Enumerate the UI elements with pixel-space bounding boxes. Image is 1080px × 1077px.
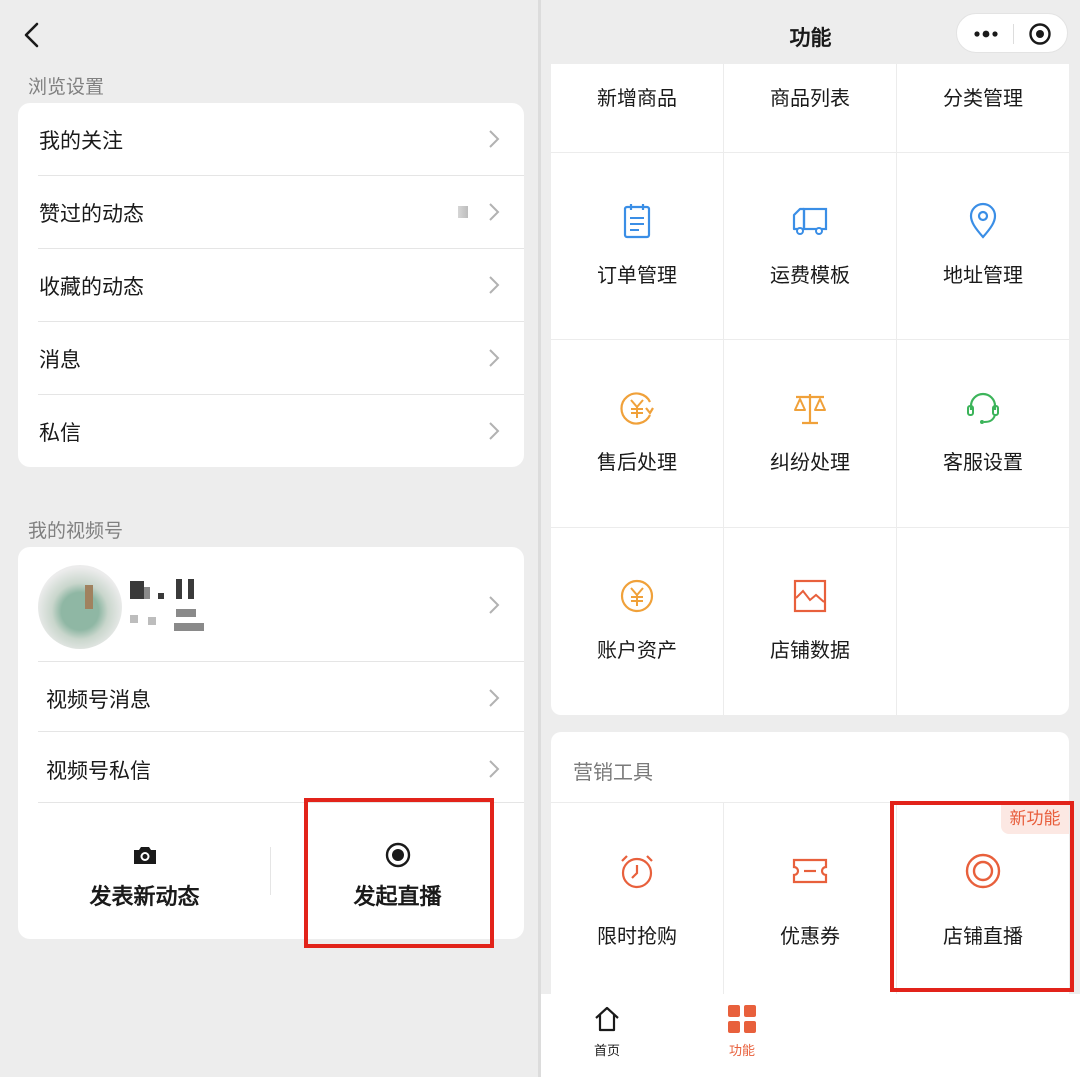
truck-icon [792, 207, 828, 235]
tab-home-label: 首页 [593, 1044, 620, 1059]
grid-item-label: 新增商品 [597, 86, 677, 110]
grid-item-add-product[interactable]: 新增商品 [551, 64, 723, 152]
marketing-item-label: 限时抢购 [597, 924, 677, 948]
close-mini-program-icon[interactable] [1028, 22, 1052, 46]
row-label: 收藏的动态 [39, 275, 144, 299]
channel-section-label: 我的视频号 [28, 520, 124, 542]
browse-settings-card: 我的关注 赞过的动态 收藏的动态 消息 私信 [18, 103, 524, 467]
chevron-right-icon [489, 689, 500, 707]
yuan-refund-icon [620, 392, 654, 425]
grid-item-shipping-template[interactable]: 运费模板 [724, 153, 896, 339]
location-pin-icon [969, 202, 997, 239]
grid-item-address[interactable]: 地址管理 [897, 153, 1069, 339]
grid-item-orders[interactable]: 订单管理 [551, 153, 723, 339]
grid-item-dispute[interactable]: 纠纷处理 [724, 340, 896, 527]
post-new-label: 发表新动态 [89, 885, 200, 910]
grid-item-product-list[interactable]: 商品列表 [724, 64, 896, 152]
chevron-right-icon [489, 276, 500, 294]
grid-item-account-assets[interactable]: 账户资产 [551, 528, 723, 715]
marketing-item-flash-sale[interactable]: 限时抢购 [551, 803, 723, 994]
grid-item-label: 店铺数据 [770, 638, 850, 662]
private-messages-row[interactable]: 私信 [18, 395, 524, 467]
highlight-box [890, 801, 1074, 992]
clipboard-icon [623, 204, 651, 239]
function-grid: 新增商品 商品列表 分类管理 订单管理 运费模板 地址管理 售后处理 纠纷处理 … [551, 64, 1069, 715]
blurred-badge [458, 206, 468, 218]
chevron-right-icon [489, 422, 500, 440]
row-label: 赞过的动态 [39, 202, 144, 226]
chevron-right-icon [489, 596, 500, 614]
browse-section-label: 浏览设置 [28, 76, 105, 98]
grid-item-label: 地址管理 [943, 263, 1023, 287]
row-label: 视频号私信 [46, 759, 151, 783]
camera-icon [133, 847, 156, 864]
grid-item-customer-service[interactable]: 客服设置 [897, 340, 1069, 527]
marketing-title: 营销工具 [573, 760, 653, 784]
left-panel: 浏览设置 我的关注 赞过的动态 收藏的动态 消息 私信 我的视频号 视频号消息 … [0, 0, 538, 1077]
grid-icon [728, 1005, 756, 1033]
chevron-right-icon [489, 203, 500, 221]
yuan-coin-icon [620, 579, 654, 613]
channel-profile-row[interactable] [18, 547, 524, 661]
grid-item-category[interactable]: 分类管理 [897, 64, 1069, 152]
bottom-tabbar: 首页 功能 [541, 994, 1080, 1077]
grid-item-label: 客服设置 [943, 450, 1023, 474]
liked-posts-row[interactable]: 赞过的动态 [18, 176, 524, 248]
highlight-box [304, 798, 494, 948]
headset-icon [967, 392, 999, 424]
row-label: 视频号消息 [46, 688, 151, 712]
chevron-right-icon [489, 760, 500, 778]
right-panel: 功能 新增商品 商品列表 分类管理 订单管理 运费模板 地址管理 售后处理 纠纷… [541, 0, 1080, 1077]
chevron-right-icon [489, 349, 500, 367]
tab-functions[interactable]: 功能 [672, 994, 812, 1077]
my-follows-row[interactable]: 我的关注 [18, 103, 524, 175]
channel-private-messages-row[interactable]: 视频号私信 [18, 733, 524, 805]
back-arrow-icon[interactable] [18, 20, 48, 50]
grid-item-label: 订单管理 [597, 263, 677, 287]
more-icon[interactable] [973, 26, 999, 42]
coupon-icon [792, 858, 828, 884]
marketing-item-coupon[interactable]: 优惠券 [724, 803, 896, 994]
scale-icon [794, 394, 826, 425]
avatar [38, 565, 122, 649]
grid-item-label: 账户资产 [597, 638, 677, 662]
messages-row[interactable]: 消息 [18, 322, 524, 394]
chart-icon [793, 579, 827, 613]
alarm-clock-icon [621, 855, 653, 889]
grid-item-label: 运费模板 [770, 263, 850, 287]
grid-item-label: 纠纷处理 [770, 450, 850, 474]
row-label: 消息 [39, 348, 81, 372]
grid-item-after-sales[interactable]: 售后处理 [551, 340, 723, 527]
grid-item-label: 分类管理 [943, 86, 1023, 110]
marketing-item-label: 优惠券 [780, 924, 840, 948]
tab-functions-label: 功能 [728, 1044, 755, 1059]
row-label: 我的关注 [39, 129, 123, 153]
grid-item-store-data[interactable]: 店铺数据 [724, 528, 896, 715]
post-new-button[interactable]: 发表新动态 [18, 803, 271, 939]
divider [38, 731, 524, 732]
row-label: 私信 [39, 421, 81, 445]
grid-item-label: 商品列表 [770, 86, 850, 110]
grid-item-label: 售后处理 [597, 450, 677, 474]
home-icon [595, 1006, 619, 1032]
favorited-posts-row[interactable]: 收藏的动态 [18, 249, 524, 321]
channel-messages-row[interactable]: 视频号消息 [18, 662, 524, 734]
header: 功能 [541, 0, 1080, 68]
chevron-right-icon [489, 130, 500, 148]
mini-program-capsule [956, 13, 1068, 53]
tab-home[interactable]: 首页 [537, 994, 677, 1077]
